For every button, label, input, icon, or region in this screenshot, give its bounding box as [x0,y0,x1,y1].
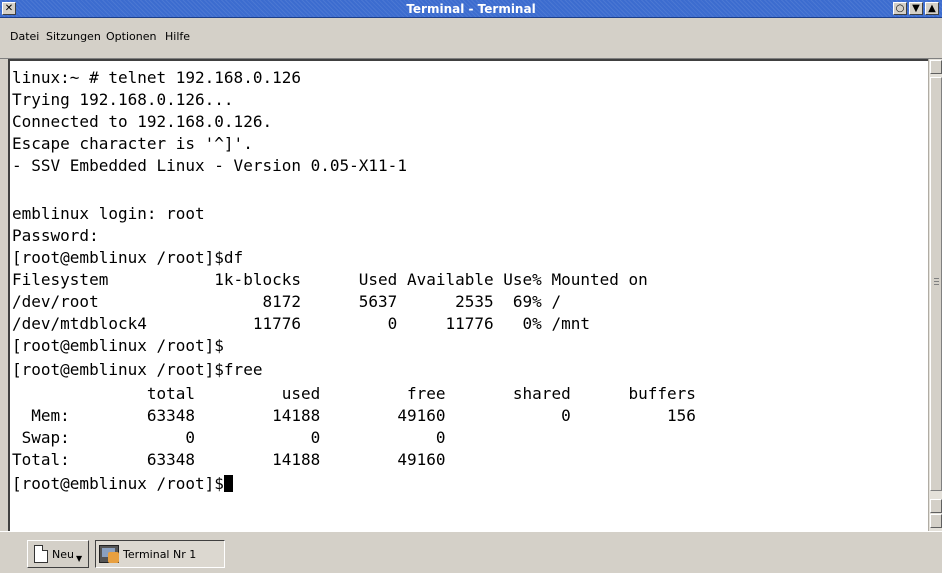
terminal-line: /dev/mtdblock4 11776 0 11776 0% /mnt [12,314,590,333]
terminal-line: Escape character is '^]'. [12,134,253,153]
menu-hilfe[interactable]: Hilfe [165,30,190,43]
terminal-line: Connected to 192.168.0.126. [12,112,273,131]
scroll-down-icon[interactable] [930,514,942,528]
window-title: Terminal - Terminal [406,2,536,16]
terminal-icon [99,545,119,563]
dropdown-arrow-icon[interactable]: ▼ [76,554,82,563]
menu-bar: Datei Sitzungen Optionen Hilfe [0,18,942,59]
terminal-line: [root@emblinux /root]$df [12,248,244,267]
menu-sitzungen[interactable]: Sitzungen [46,30,101,43]
text-cursor [223,475,233,492]
new-session-label: Neu [52,547,74,561]
terminal-line: Swap: 0 0 0 [12,428,446,447]
terminal-prompt: [root@emblinux /root]$ [12,474,224,493]
session-tab-bar: Neu ▼ Terminal Nr 1 [0,531,942,573]
terminal-output[interactable]: linux:~ # telnet 192.168.0.126 Trying 19… [8,59,928,531]
terminal-line: Trying 192.168.0.126... [12,90,234,109]
terminal-line: Mem: 63348 14188 49160 0 156 [12,406,696,425]
tab-label: Terminal Nr 1 [123,547,197,561]
title-bar[interactable]: ✕ Terminal - Terminal ○ ▼ ▲ [0,0,942,18]
vertical-scrollbar[interactable] [928,59,942,531]
grip-line [934,281,939,282]
terminal-line: Filesystem 1k-blocks Used Available Use%… [12,270,648,289]
tab-terminal-nr-1[interactable]: Terminal Nr 1 [95,540,225,568]
menu-datei[interactable]: Datei [10,30,39,43]
terminal-line: /dev/root 8172 5637 2535 69% / [12,292,562,311]
grip-line [934,284,939,285]
scroll-down-icon[interactable] [930,499,942,513]
terminal-line: Password: [12,226,99,245]
sticky-icon[interactable]: ○ [893,2,907,15]
menu-optionen[interactable]: Optionen [106,30,156,43]
scroll-up-icon[interactable] [930,60,942,74]
minimize-icon[interactable]: ▼ [909,2,923,15]
grip-line [934,278,939,279]
maximize-icon[interactable]: ▲ [925,2,939,15]
terminal-line: Total: 63348 14188 49160 [12,450,446,469]
new-session-button[interactable]: Neu ▼ [27,540,89,568]
terminal-line: [root@emblinux /root]$free [12,360,263,379]
terminal-prompt-line: [root@emblinux /root]$ [12,474,233,493]
terminal-line: emblinux login: root [12,204,205,223]
terminal-line: [root@emblinux /root]$ [12,336,224,355]
terminal-line: - SSV Embedded Linux - Version 0.05-X11-… [12,156,407,175]
terminal-line: total used free shared buffers [12,384,696,403]
terminal-line: linux:~ # telnet 192.168.0.126 [12,68,301,87]
new-document-icon [34,545,48,563]
scrollbar-thumb[interactable] [930,77,942,491]
